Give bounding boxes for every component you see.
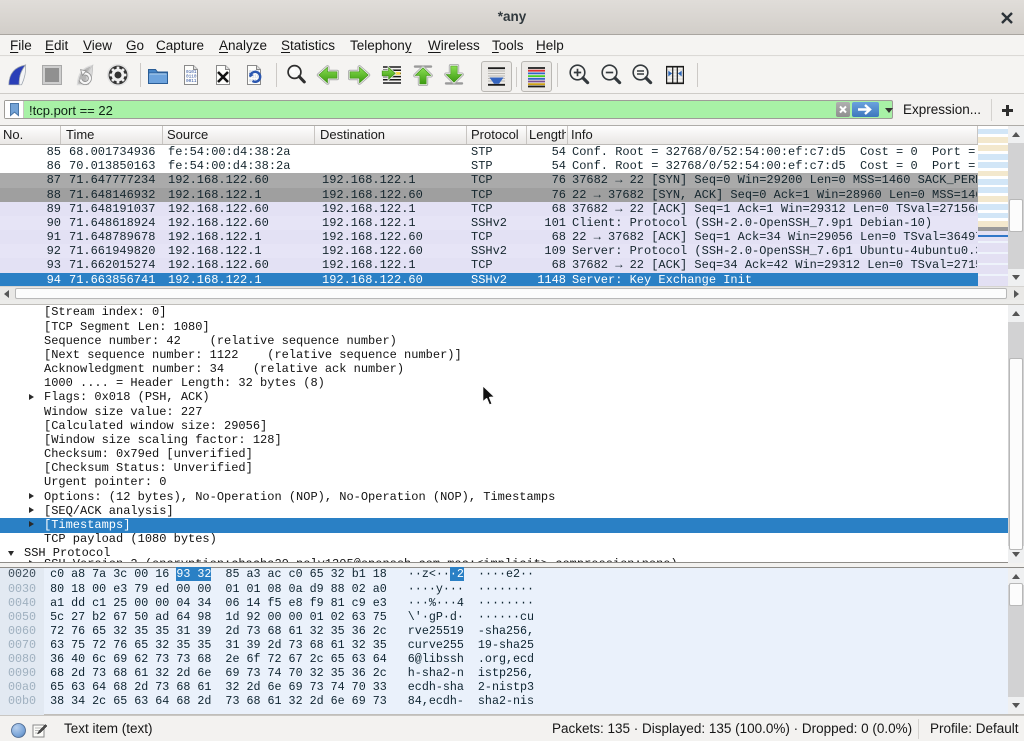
svg-text:0011: 0011 [186, 79, 197, 84]
